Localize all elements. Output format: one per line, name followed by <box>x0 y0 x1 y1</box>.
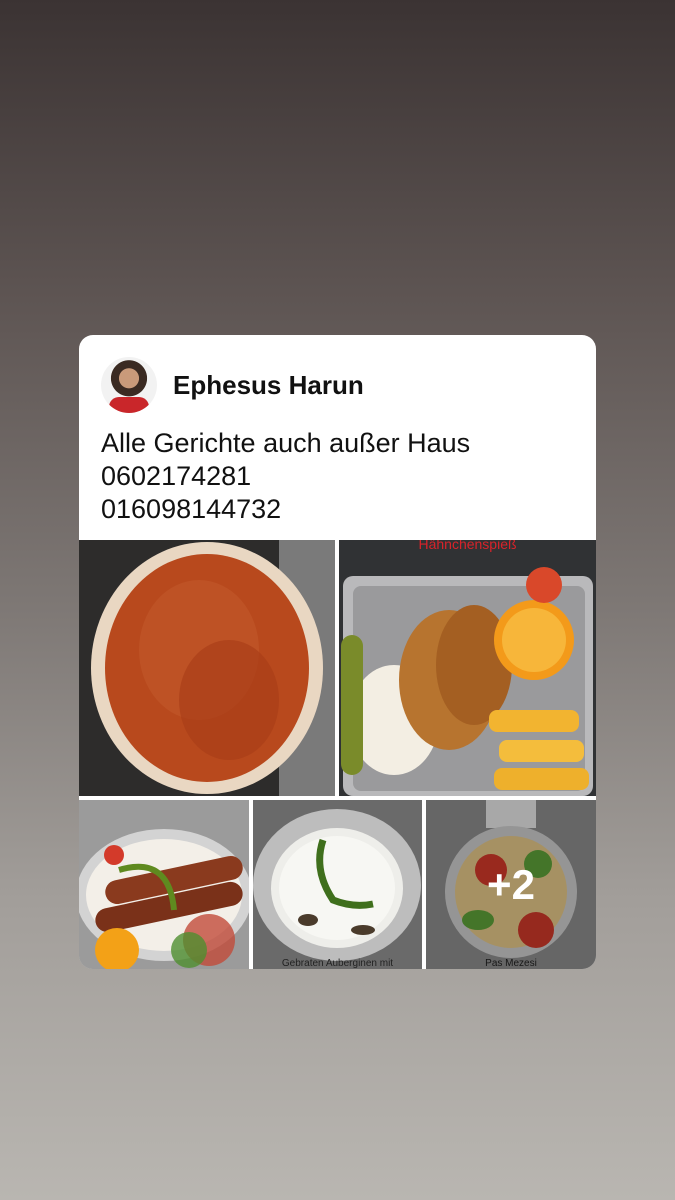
lahmacun-image <box>79 540 335 796</box>
post-text-line: Alle Gerichte auch außer Haus <box>101 428 471 458</box>
photo-fried-eggplant[interactable]: Gebraten Auberginen mit <box>253 800 422 969</box>
chicken-skewer-image <box>339 540 596 796</box>
post-text: Alle Gerichte auch außer Haus 0602174281… <box>101 427 581 526</box>
adana-kebab-image <box>79 800 249 969</box>
post-header: Ephesus Harun <box>101 357 364 413</box>
post-card: Ephesus Harun Alle Gerichte auch außer H… <box>79 335 596 969</box>
photo-caption: Gebraten Auberginen mit <box>281 958 394 969</box>
photo-adana-kebab[interactable] <box>79 800 249 969</box>
fried-eggplant-image <box>253 800 422 969</box>
post-text-line: 016098144732 <box>101 494 282 524</box>
photo-lahmacun[interactable] <box>79 540 335 796</box>
more-photos-count[interactable]: +2 <box>426 800 596 969</box>
photo-caption: Hähnchenspieß <box>418 540 517 552</box>
author-name[interactable]: Ephesus Harun <box>173 370 364 401</box>
photo-chicken-skewer[interactable]: Hähnchenspieß <box>339 540 596 796</box>
avatar[interactable] <box>101 357 157 413</box>
photo-salad-more[interactable]: Pas Mezesi +2 <box>426 800 596 969</box>
post-text-line: 0602174281 <box>101 461 252 491</box>
